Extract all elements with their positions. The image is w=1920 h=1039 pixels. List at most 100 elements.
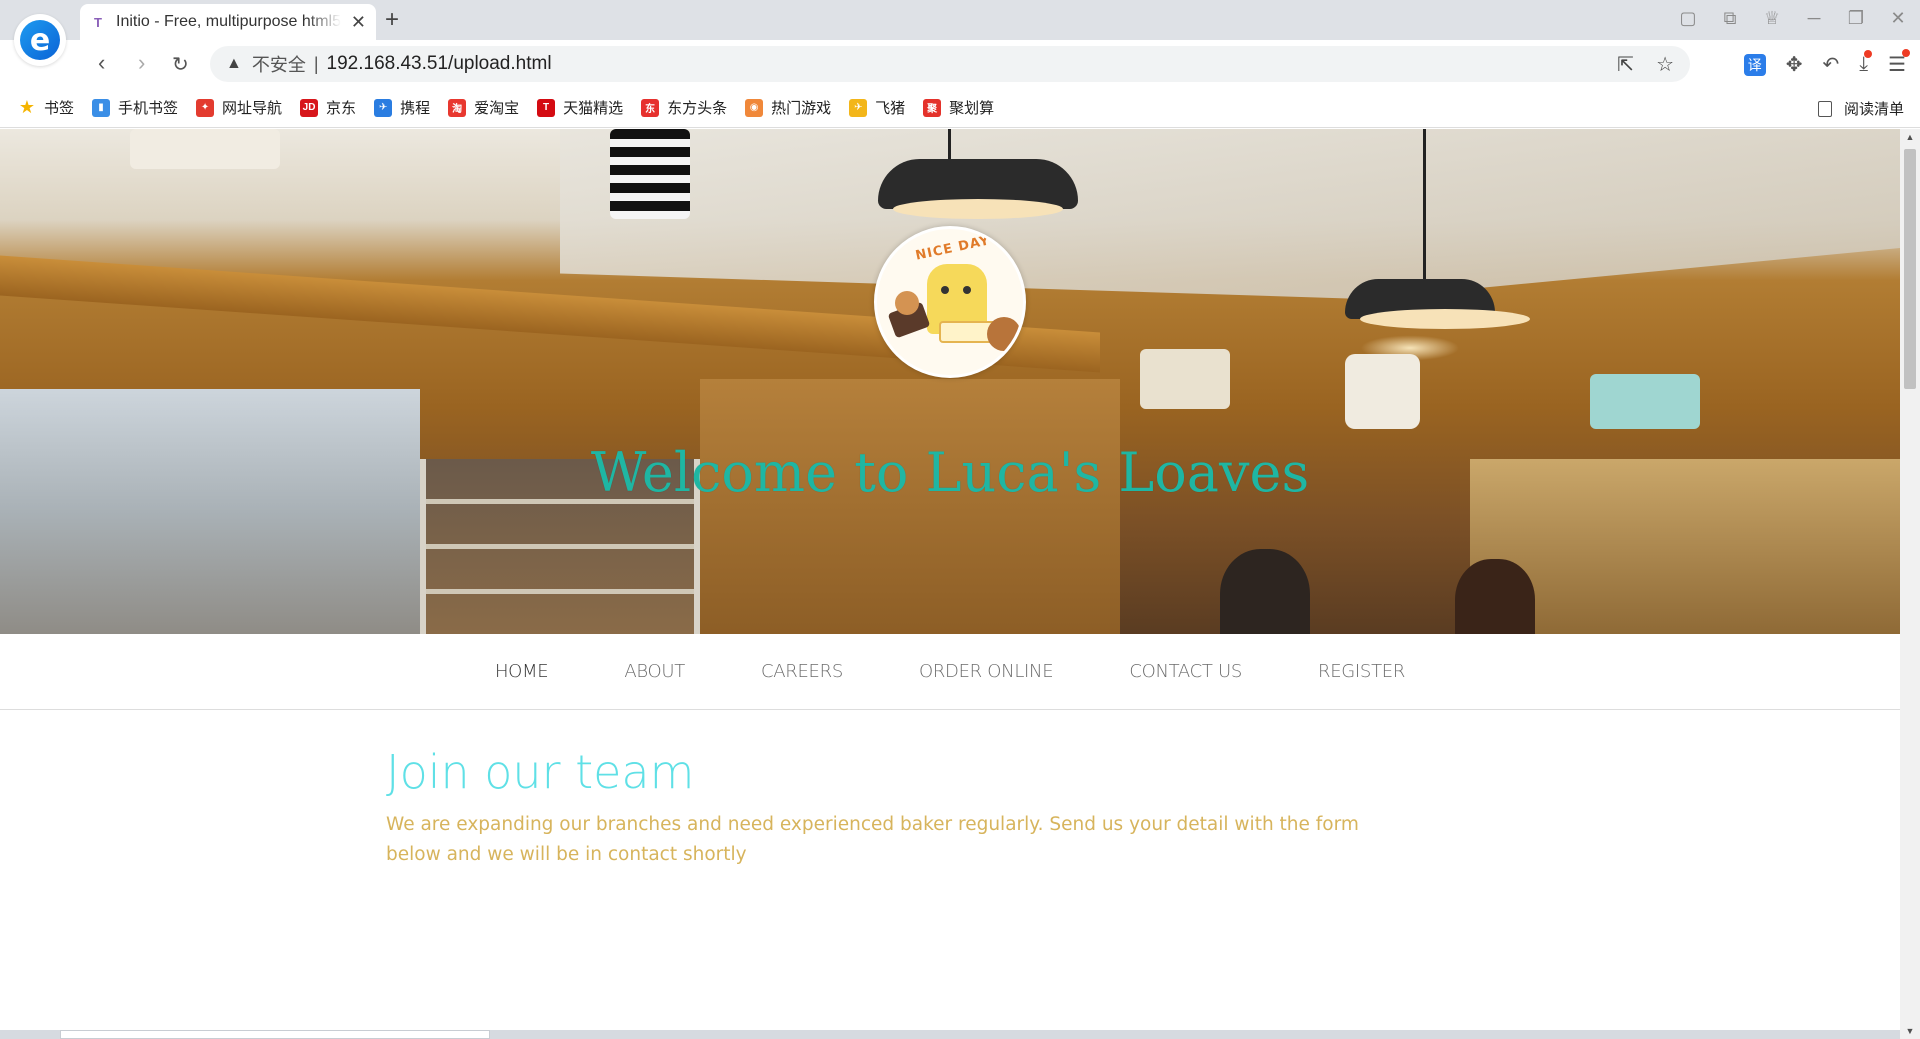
bookmarks-bar: ★ 书签 ▮ 手机书签 ✦ 网址导航 JD 京东 ✈ 携程淘爱淘宝 T 天猫精选东东方头条 ◉ 热门游戏 ✈…	[0, 88, 1920, 128]
menu-icon[interactable]: ☰	[1888, 49, 1910, 77]
restore-button[interactable]: ❐	[1846, 8, 1866, 29]
logo-banner: NICE DAY	[914, 233, 992, 264]
bookmark-item[interactable]: ✈ 飞猪	[849, 97, 905, 118]
skin-icon[interactable]: ♕	[1762, 8, 1782, 29]
window-controls: ▢ ⧉ ♕ ─ ❐ ✕	[1678, 8, 1908, 29]
pendant-lamp	[1345, 279, 1530, 329]
address-separator: |	[313, 53, 319, 74]
cake	[610, 129, 690, 219]
cake	[130, 129, 280, 169]
hero-banner	[0, 129, 1900, 634]
back-button[interactable]: ‹	[98, 50, 105, 76]
sidebar-toggle-icon[interactable]: ▢	[1678, 8, 1698, 29]
wall-clock	[1345, 354, 1420, 429]
scroll-up-icon[interactable]: ▲	[1900, 129, 1920, 145]
nav-careers[interactable]: CAREERS	[761, 661, 843, 682]
bookmark-item[interactable]: 东东方头条	[641, 97, 727, 118]
edge-icon: e	[20, 20, 60, 60]
minimize-button[interactable]: ─	[1804, 8, 1824, 29]
download-icon[interactable]: ⤓	[1859, 50, 1872, 76]
tab-title: Initio - Free, multipurpose html5 templa…	[116, 13, 341, 30]
tmall-icon: T	[537, 98, 556, 117]
tab-bar: T Initio - Free, multipurpose html5 temp…	[0, 0, 1920, 40]
bookmark-label: 手机书签	[118, 100, 179, 117]
browser-toolbar: ‹ › ↻ ▲ 不安全 | 192.168.43.51/upload.html …	[0, 40, 1920, 88]
taobao-icon: 淘	[448, 98, 467, 117]
bakery-logo[interactable]: NICE DAY	[874, 226, 1026, 378]
bookmark-star-icon[interactable]: ☆	[1656, 52, 1674, 77]
hero-shop-window	[0, 389, 420, 634]
game-icon: ◉	[745, 98, 764, 117]
address-bar[interactable]: ▲ 不安全 | 192.168.43.51/upload.html ⇱ ☆	[210, 46, 1690, 82]
bookmark-label: 爱淘宝	[474, 100, 520, 117]
bookmark-item[interactable]: ◉ 热门游戏	[745, 97, 831, 118]
bookmark-label: 聚划算	[949, 100, 995, 117]
bookmark-item[interactable]: JD 京东	[300, 97, 356, 118]
new-tab-button[interactable]: +	[385, 6, 399, 34]
toolbar-extensions: 译 ✥ ↶ ⤓ ☰	[1743, 49, 1910, 77]
nav-contact-us[interactable]: CONTACT US	[1129, 661, 1242, 682]
form-edge	[0, 1030, 1900, 1039]
scroll-down-icon[interactable]: ▼	[1900, 1023, 1920, 1039]
tab-close-icon[interactable]: ✕	[351, 12, 366, 33]
bookmark-item[interactable]: ★ 书签	[18, 97, 74, 118]
jd-icon: JD	[300, 98, 319, 117]
baker-person	[1220, 549, 1310, 634]
close-window-button[interactable]: ✕	[1888, 8, 1908, 29]
nav-icon: ✦	[196, 98, 215, 117]
nav-about[interactable]: ABOUT	[624, 661, 685, 682]
bookmark-label: 热门游戏	[771, 100, 832, 117]
extensions-icon[interactable]: ✥	[1786, 52, 1803, 77]
nav-order-online[interactable]: ORDER ONLINE	[919, 661, 1054, 682]
hero-wall	[700, 379, 1120, 634]
hero-ceiling	[560, 129, 1900, 299]
cake	[1140, 349, 1230, 409]
fliggy-icon: ✈	[849, 98, 868, 117]
pendant-lamp	[878, 159, 1078, 219]
form-input-edge[interactable]	[60, 1030, 490, 1039]
nav-register[interactable]: REGISTER	[1318, 661, 1405, 682]
bookmark-label: 东方头条	[667, 100, 728, 117]
scrollbar-thumb[interactable]	[1904, 149, 1916, 389]
bookmark-label: 飞猪	[875, 100, 906, 117]
bookmark-item[interactable]: 聚聚划算	[923, 97, 994, 118]
page-scrollbar[interactable]: ▲ ▼	[1900, 129, 1920, 1039]
undo-icon[interactable]: ↶	[1822, 52, 1839, 77]
reading-list-label: 阅读清单	[1843, 101, 1904, 118]
main-nav: HOME ABOUT CAREERS ORDER ONLINE CONTACT …	[0, 634, 1900, 710]
hero-title: Welcome to Luca's Loaves	[590, 441, 1310, 504]
bookmark-label: 天猫精选	[563, 100, 624, 117]
ctrip-icon: ✈	[374, 98, 393, 117]
bookmark-item[interactable]: ▮ 手机书签	[92, 97, 178, 118]
forward-button[interactable]: ›	[138, 50, 145, 76]
url-text[interactable]: 192.168.43.51/upload.html	[327, 53, 552, 75]
cake	[1590, 374, 1700, 429]
bookmark-item[interactable]: ✦ 网址导航	[196, 97, 282, 118]
collections-icon[interactable]: ⧉	[1720, 8, 1740, 29]
browser-logo[interactable]: e	[14, 14, 66, 66]
bookmark-label: 携程	[400, 100, 431, 117]
translate-icon[interactable]: 译	[1743, 53, 1766, 76]
reload-button[interactable]: ↻	[172, 52, 189, 77]
cookie-icon	[895, 291, 919, 315]
bookmark-item[interactable]: T 天猫精选	[537, 97, 623, 118]
juhuasuan-icon: 聚	[923, 98, 942, 117]
tab-favicon-icon: T	[94, 14, 102, 30]
reading-list-button[interactable]: 阅读清单	[1817, 98, 1904, 119]
cashier-person	[1455, 559, 1535, 634]
nav-home[interactable]: HOME	[495, 661, 549, 682]
bookmark-label: 书签	[44, 100, 75, 117]
star-icon: ★	[18, 97, 36, 117]
join-title: Join our team	[386, 745, 695, 799]
bookmark-label: 京东	[326, 100, 357, 117]
security-status[interactable]: 不安全	[252, 51, 306, 77]
share-icon[interactable]: ⇱	[1617, 52, 1634, 77]
reading-list-icon	[1817, 100, 1832, 117]
phone-icon: ▮	[92, 98, 111, 117]
cookie-icon	[987, 317, 1021, 351]
browser-tab[interactable]: T Initio - Free, multipurpose html5 temp…	[80, 4, 376, 40]
join-description: We are expanding our branches and need e…	[386, 814, 1359, 865]
page-viewport: NICE DAY Welcome to Luca's Loaves HOME A…	[0, 129, 1900, 1039]
bookmark-item[interactable]: 淘爱淘宝	[448, 97, 519, 118]
bookmark-item[interactable]: ✈ 携程	[374, 97, 430, 118]
